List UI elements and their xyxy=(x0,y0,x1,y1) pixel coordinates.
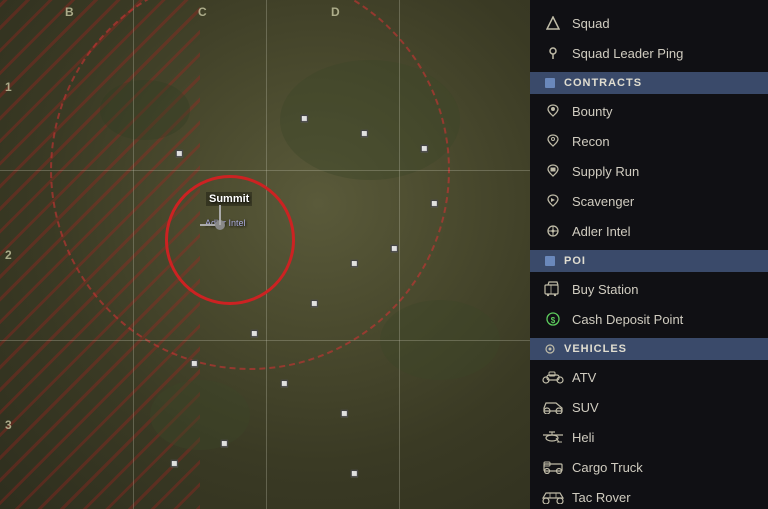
suv-icon xyxy=(542,396,564,418)
cargo-truck-label: Cargo Truck xyxy=(572,460,643,475)
map-icon-12: 🔲 xyxy=(220,440,229,448)
map-icon-1: 🔲 xyxy=(300,115,309,123)
crosshair-dot xyxy=(215,220,225,230)
map-icon-9: 🔲 xyxy=(190,360,199,368)
section-header-contracts: CONTRACTS xyxy=(530,72,768,94)
squad-label: Squad xyxy=(572,16,610,31)
squad-icon xyxy=(542,12,564,34)
map-icon-14: 🔲 xyxy=(350,470,359,478)
atv-label: ATV xyxy=(572,370,596,385)
poi-section-icon xyxy=(542,253,558,269)
scavenger-icon xyxy=(542,190,564,212)
map-area: B C D 1 2 3 Summit Adler Intel 🔲 🔲 🔲 🔲 🔲… xyxy=(0,0,530,509)
map-icon-7: 🔲 xyxy=(310,300,319,308)
legend-item-bounty[interactable]: Bounty xyxy=(530,96,768,126)
map-icon-15: 🔲 xyxy=(175,150,184,158)
map-icon-11: 🔲 xyxy=(340,410,349,418)
recon-label: Recon xyxy=(572,134,610,149)
map-icon-10: 🔲 xyxy=(280,380,289,388)
cash-deposit-label: Cash Deposit Point xyxy=(572,312,683,327)
legend-item-supply-run[interactable]: Supply Run xyxy=(530,156,768,186)
map-icon-6: 🔲 xyxy=(350,260,359,268)
scavenger-label: Scavenger xyxy=(572,194,634,209)
poi-section-label: POI xyxy=(564,255,586,267)
cargo-truck-icon xyxy=(542,456,564,478)
summit-label: Summit xyxy=(206,192,252,206)
bounty-label: Bounty xyxy=(572,104,612,119)
legend-item-heli[interactable]: Heli xyxy=(530,422,768,452)
map-icon-8: 🔲 xyxy=(250,330,259,338)
contracts-section-label: CONTRACTS xyxy=(564,77,642,89)
contracts-section-icon xyxy=(542,75,558,91)
map-icon-2: 🔲 xyxy=(360,130,369,138)
buy-station-label: Buy Station xyxy=(572,282,639,297)
vehicles-section-icon xyxy=(542,341,558,357)
svg-text:$: $ xyxy=(551,316,556,325)
tac-rover-icon xyxy=(542,486,564,508)
atv-icon xyxy=(542,366,564,388)
buy-station-icon xyxy=(542,278,564,300)
section-header-poi: POI xyxy=(530,250,768,272)
legend-item-buy-station[interactable]: Buy Station xyxy=(530,274,768,304)
squad-leader-ping-icon xyxy=(542,42,564,64)
legend-item-squad-leader-ping[interactable]: Squad Leader Ping xyxy=(530,38,768,68)
supply-run-label: Supply Run xyxy=(572,164,639,179)
recon-icon xyxy=(542,130,564,152)
tac-rover-label: Tac Rover xyxy=(572,490,631,505)
suv-label: SUV xyxy=(572,400,599,415)
legend-panel: Squad Squad Leader Ping CONTRACTS Bounty xyxy=(530,0,768,509)
map-icon-4: 🔲 xyxy=(430,200,439,208)
vehicles-section-label: VEHICLES xyxy=(564,343,627,355)
legend-item-scavenger[interactable]: Scavenger xyxy=(530,186,768,216)
section-header-vehicles: VEHICLES xyxy=(530,338,768,360)
map-icon-5: 🔲 xyxy=(390,245,399,253)
legend-item-cargo-truck[interactable]: Cargo Truck xyxy=(530,452,768,482)
supply-run-icon xyxy=(542,160,564,182)
legend-item-tac-rover[interactable]: Tac Rover xyxy=(530,482,768,509)
heli-icon xyxy=(542,426,564,448)
adler-intel-label: Adler Intel xyxy=(572,224,631,239)
legend-item-cash-deposit[interactable]: $ Cash Deposit Point xyxy=(530,304,768,334)
map-icon-13: 🔲 xyxy=(170,460,179,468)
legend-item-recon[interactable]: Recon xyxy=(530,126,768,156)
adler-intel-icon xyxy=(542,220,564,242)
squad-leader-ping-label: Squad Leader Ping xyxy=(572,46,683,61)
terrain-detail xyxy=(380,300,500,380)
legend-item-suv[interactable]: SUV xyxy=(530,392,768,422)
legend-item-atv[interactable]: ATV xyxy=(530,362,768,392)
terrain-detail xyxy=(150,380,250,450)
bounty-icon xyxy=(542,100,564,122)
adler-intel-label: Adler Intel xyxy=(205,218,246,228)
map-icon-3: 🔲 xyxy=(420,145,429,153)
cash-deposit-icon: $ xyxy=(542,308,564,330)
heli-label: Heli xyxy=(572,430,594,445)
legend-item-adler-intel[interactable]: Adler Intel xyxy=(530,216,768,246)
legend-item-squad[interactable]: Squad xyxy=(530,8,768,38)
